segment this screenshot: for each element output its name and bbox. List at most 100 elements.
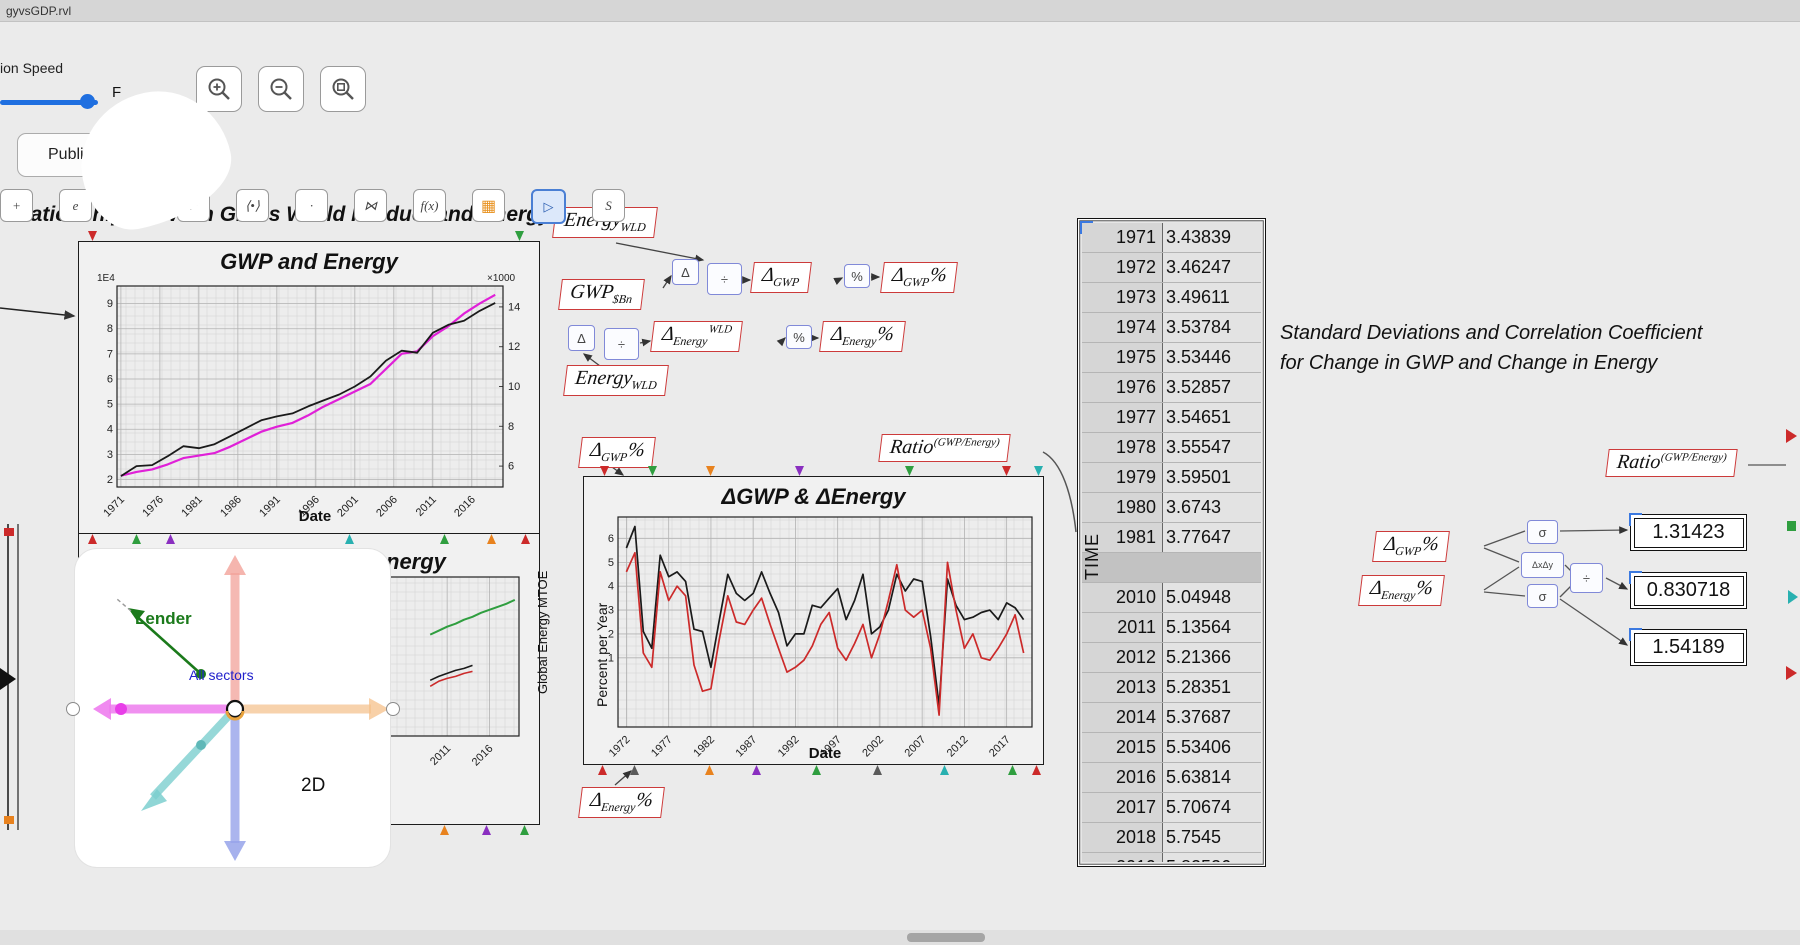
table-row: 19743.53784 [1082, 313, 1261, 343]
axis-slider-handle[interactable] [873, 765, 882, 775]
toolbar-sheet-button[interactable]: ▦ [472, 189, 505, 222]
axis-slider-handle[interactable] [1008, 765, 1017, 775]
axis-slider-handle[interactable] [598, 765, 607, 775]
svg-text:2: 2 [107, 474, 113, 486]
toolbar-slider-button[interactable]: S [592, 189, 625, 222]
covariance-op[interactable]: ΔxΔy [1521, 552, 1564, 578]
file-name: gyvsGDP.rvl [6, 4, 71, 18]
zoom-in-icon [206, 76, 232, 102]
var-d-energy-pct[interactable]: ΔEnergy% [819, 321, 905, 352]
axis-slider-handle[interactable] [600, 466, 609, 476]
delta-op-energy[interactable]: Δ [568, 325, 595, 351]
divide-op-energy[interactable]: ÷ [604, 328, 639, 360]
var-d-energy-wld[interactable]: ΔEnergyWLD [650, 321, 743, 352]
percent-op-gwp[interactable]: % [844, 264, 870, 288]
ravel-widget[interactable]: Lender All sectors 2D [75, 549, 390, 867]
axis-slider-handle[interactable] [1034, 466, 1043, 476]
svg-text:4: 4 [608, 581, 614, 593]
svg-text:6: 6 [107, 373, 113, 385]
table-row: 20155.53406 [1082, 733, 1261, 763]
year-cell: 2014 [1082, 703, 1163, 732]
table-row: 20195.82526 [1082, 853, 1261, 862]
svg-text:1976: 1976 [140, 494, 166, 520]
result-sigma-energy[interactable]: 1.54189 [1630, 629, 1747, 666]
speed-value-label: F [112, 84, 121, 101]
result-correlation[interactable]: 0.830718 [1630, 572, 1747, 609]
table-row: 19783.55547 [1082, 433, 1261, 463]
var-d-gwp-pct[interactable]: ΔGWP% [880, 262, 958, 293]
var-d-gwp-pct-chart2[interactable]: ΔGWP% [578, 437, 656, 468]
svg-text:7: 7 [107, 348, 113, 360]
svg-text:6: 6 [608, 533, 614, 545]
toolbar-add-button[interactable]: + [0, 189, 33, 222]
zoom-in-button[interactable] [196, 66, 242, 112]
delta-op-gwp[interactable]: Δ [672, 259, 699, 285]
sigma-op-energy[interactable]: σ [1527, 584, 1558, 608]
table-row: 19713.43839 [1082, 223, 1261, 253]
zoom-reset-button[interactable] [320, 66, 366, 112]
var-d-gwp-pct-right[interactable]: ΔGWP% [1372, 531, 1450, 562]
axis-slider-handle[interactable] [1032, 765, 1041, 775]
toolbar-dot-button[interactable]: · [295, 189, 328, 222]
chart1-title: GWP and Energy [79, 249, 539, 275]
percent-op-energy[interactable]: % [786, 325, 812, 349]
delta-chart-panel[interactable]: ΔGWP & ΔEnergy 1972197719821987199219972… [583, 476, 1044, 765]
simulation-speed-thumb[interactable] [80, 94, 95, 109]
toolbar-play-button[interactable]: ▷ [531, 189, 566, 224]
var-d-energy-pct-right[interactable]: ΔEnergy% [1358, 575, 1444, 606]
axis-slider-handle[interactable] [630, 765, 639, 775]
horizontal-scrollbar[interactable] [0, 930, 1800, 945]
axis-slider-handle[interactable] [482, 825, 491, 835]
divide-op-gwp[interactable]: ÷ [707, 263, 742, 295]
var-d-gwp[interactable]: ΔGWP [750, 262, 812, 293]
axis-slider-handle[interactable] [440, 825, 449, 835]
horizontal-scrollbar-thumb[interactable] [907, 933, 985, 942]
result-sigma-gwp[interactable]: 1.31423 [1630, 514, 1747, 551]
toolbar-function-button[interactable]: f(x) [413, 189, 446, 222]
selection-corner-icon [1629, 513, 1642, 526]
year-cell: 1978 [1082, 433, 1163, 462]
value-cell: 3.43839 [1163, 223, 1261, 252]
var-d-energy-pct-chart2[interactable]: ΔEnergy% [578, 787, 664, 818]
toolbar-flow-button[interactable]: ⋈ [354, 189, 387, 222]
gwp-energy-chart-panel[interactable]: GWP and Energy 1971197619811986199119962… [78, 241, 540, 534]
divide-op-corr[interactable]: ÷ [1570, 563, 1603, 593]
ravel-selected-axis-label[interactable]: All sectors [189, 667, 254, 683]
axis-slider-handle[interactable] [905, 466, 914, 476]
axis-slider-handle[interactable] [705, 765, 714, 775]
svg-text:2016: 2016 [452, 494, 478, 520]
ravel-output-axis-label[interactable]: Lender [135, 609, 192, 629]
year-cell: 1975 [1082, 343, 1163, 372]
axis-slider-handle[interactable] [520, 825, 529, 835]
value-cell: 3.6743 [1163, 493, 1261, 522]
var-energy-wld-mid[interactable]: EnergyWLD [563, 365, 669, 396]
ravel-right-handle[interactable] [386, 702, 400, 716]
var-ratio-mid[interactable]: Ratio(GWP/Energy) [878, 434, 1010, 462]
sigma-op-gwp[interactable]: σ [1527, 520, 1558, 544]
axis-slider-handle[interactable] [752, 765, 761, 775]
zoom-out-button[interactable] [258, 66, 304, 112]
axis-slider-handle[interactable] [706, 466, 715, 476]
table-row: 19773.54651 [1082, 403, 1261, 433]
svg-text:1987: 1987 [734, 734, 760, 760]
data-sheet[interactable]: 19713.4383919723.4624719733.4961119743.5… [1077, 218, 1266, 867]
axis-slider-handle[interactable] [648, 466, 657, 476]
var-ratio-right[interactable]: Ratio(GWP/Energy) [1605, 449, 1737, 477]
axis-slider-handle[interactable] [515, 231, 524, 241]
axis-slider-handle[interactable] [88, 231, 97, 241]
axis-slider-handle[interactable] [1002, 466, 1011, 476]
toolbar-bracket-button[interactable]: ⟨•⟩ [236, 189, 269, 222]
result-value: 0.830718 [1634, 576, 1744, 606]
axis-slider-handle[interactable] [795, 466, 804, 476]
time-axis-label: TIME [1082, 533, 1103, 580]
axis-slider-handle[interactable] [812, 765, 821, 775]
svg-text:3: 3 [107, 449, 113, 461]
zoom-out-icon [268, 76, 294, 102]
ravel-left-handle[interactable] [66, 702, 80, 716]
axis-slider-handle[interactable] [940, 765, 949, 775]
value-cell: 3.54651 [1163, 403, 1261, 432]
value-cell: 5.63814 [1163, 763, 1261, 792]
var-gwp-bn[interactable]: GWP$Bn [558, 279, 644, 310]
value-cell: 3.52857 [1163, 373, 1261, 402]
table-row: 19813.77647 [1082, 523, 1261, 553]
